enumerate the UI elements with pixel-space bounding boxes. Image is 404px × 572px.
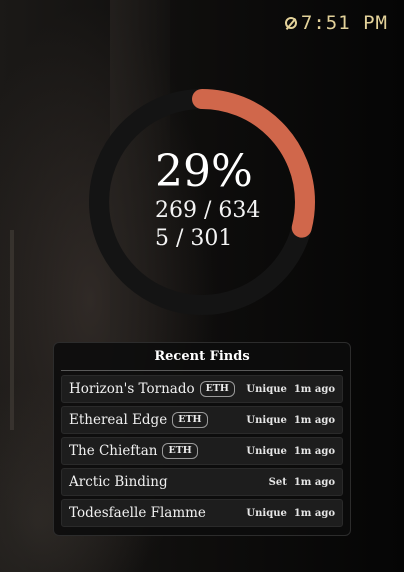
recent-find-row[interactable]: Ethereal Edge ETH Unique 1m ago [61,406,343,434]
ethereal-badge: ETH [172,412,208,428]
recent-find-row[interactable]: The Chieftan ETH Unique 1m ago [61,437,343,465]
recent-finds-list: Horizon's Tornado ETH Unique 1m ago Ethereal… [61,375,343,527]
recent-find-row[interactable]: Todesfaelle Flamme Unique 1m ago [61,499,343,527]
progress-percent: 29% [155,146,253,197]
item-rarity: Unique [246,445,287,457]
item-name: Todesfaelle Flamme [69,505,206,521]
background-lamp-post [10,230,14,430]
collected-count: 269 / 634 [155,198,261,223]
item-rarity: Unique [246,383,287,395]
ethereal-badge: ETH [162,443,198,459]
item-name: Horizon's Tornado [69,381,195,397]
ethereal-badge: ETH [199,381,235,397]
item-rarity: Unique [246,507,287,519]
item-time: 1m ago [293,383,335,395]
item-time: 1m ago [293,507,335,519]
recent-finds-panel: Recent Finds Horizon's Tornado ETH Unique 1… [53,342,351,536]
item-time: 1m ago [293,414,335,426]
progress-stats: 29% 269 / 634 5 / 301 [155,150,260,250]
item-time: 1m ago [293,476,335,488]
item-rarity: Set [268,476,287,488]
clock-icon [284,17,297,29]
item-time: 1m ago [293,445,335,457]
recent-find-row[interactable]: Horizon's Tornado ETH Unique 1m ago [61,375,343,403]
secondary-count: 5 / 301 [155,226,233,251]
recent-finds-title: Recent Finds [61,349,343,371]
item-name: The Chieftan [69,443,158,459]
item-rarity: Unique [246,414,287,426]
item-name: Arctic Binding [69,474,168,490]
item-name: Ethereal Edge [69,412,168,428]
clock: 7:51 PM [284,12,388,34]
recent-find-row[interactable]: Arctic Binding Set 1m ago [61,468,343,496]
clock-time: 7:51 PM [300,12,388,34]
